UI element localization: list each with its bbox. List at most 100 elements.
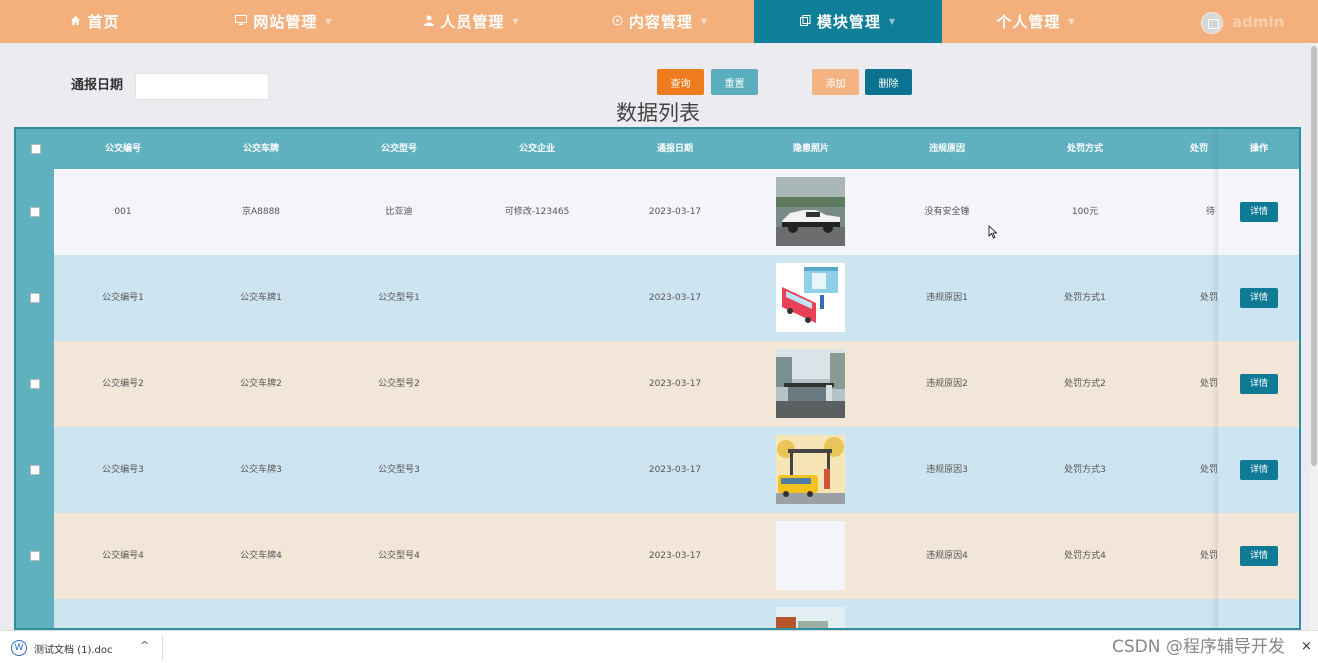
table-row: 公交编号1 公交车牌1 公交型号1 2023-03-17 违规原因1 处罚方式1… [16, 255, 1299, 341]
cell-date: 2023-03-17 [648, 465, 702, 475]
cell-bus-no: 公交编号3 [102, 465, 144, 475]
nav-item-modules[interactable]: 模块管理 ▼ [754, 0, 942, 43]
bus-stop-illustration[interactable] [776, 263, 845, 332]
yellow-bus-illustration[interactable] [776, 435, 845, 504]
chevron-down-icon: ▼ [1068, 17, 1076, 26]
detail-button[interactable]: 详情 [1240, 546, 1278, 566]
cell-penalty: 处罚方式4 [1064, 551, 1106, 561]
detail-button[interactable]: 详情 [1240, 202, 1278, 222]
cell-reason: 违规原因2 [926, 379, 968, 389]
row-checkbox[interactable] [30, 465, 40, 475]
row-checkbox[interactable] [30, 293, 40, 303]
nav-item-home[interactable]: 首页 [0, 0, 190, 43]
row-checkbox-cell [16, 169, 54, 255]
row-checkbox-cell [16, 427, 54, 513]
cell-status: 处罚 [1200, 465, 1218, 475]
nav-label: 网站管理 [253, 13, 318, 31]
cell-company [468, 513, 606, 599]
nav-item-people[interactable]: 人员管理 ▼ [378, 0, 566, 43]
table-row: 公交编号2 公交车牌2 公交型号2 2023-03-17 违规原因2 处罚方式2… [16, 341, 1299, 427]
cell-bus-no: 公交编号2 [102, 379, 144, 389]
street-photo[interactable] [776, 607, 845, 630]
cell-actions: 详情 [1217, 427, 1299, 513]
cell-actions: 详情 [1217, 169, 1299, 255]
cell-reason: 没有安全锤 [924, 207, 970, 217]
header-date[interactable]: 通报日期 [606, 129, 744, 169]
chevron-up-icon[interactable]: ^ [140, 639, 149, 652]
reset-button[interactable]: 重置 [711, 69, 758, 95]
cell-model: 公交型号2 [378, 379, 420, 389]
row-checkbox-cell [16, 341, 54, 427]
list-title: 数据列表 [616, 101, 700, 125]
download-file-name[interactable]: 测试文档 (1).doc [34, 641, 113, 656]
cell-actions [1217, 599, 1299, 628]
select-all-checkbox[interactable] [31, 144, 41, 154]
cell-plate: 公交车牌2 [240, 379, 282, 389]
row-checkbox[interactable] [30, 551, 40, 561]
detail-button[interactable]: 详情 [1240, 374, 1278, 394]
cell-actions: 详情 [1217, 513, 1299, 599]
cell-plate: 公交车牌3 [240, 465, 282, 475]
header-penalty[interactable]: 处罚方式 [1016, 129, 1154, 169]
blank-photo[interactable] [776, 521, 845, 590]
header-plate[interactable]: 公交车牌 [192, 129, 330, 169]
header-actions: 操作 [1217, 129, 1299, 169]
header-reason[interactable]: 违规原因 [878, 129, 1016, 169]
cell-plate: 京A8888 [241, 207, 281, 217]
cell-status: 处罚 [1200, 551, 1218, 561]
nav-label: 个人管理 [996, 13, 1061, 31]
date-filter-input[interactable] [135, 73, 269, 100]
header-bus-no[interactable]: 公交编号 [54, 129, 192, 169]
add-button[interactable]: 添加 [812, 69, 859, 95]
row-checkbox[interactable] [30, 207, 40, 217]
cell-date: 2023-03-17 [648, 379, 702, 389]
nav-item-site[interactable]: 网站管理 ▼ [190, 0, 378, 43]
cell-company [468, 427, 606, 513]
header-company[interactable]: 公交企业 [468, 129, 606, 169]
header-photo[interactable]: 隐患照片 [744, 129, 878, 169]
table-row: 公交编号3 公交车牌3 公交型号3 2023-03-17 违规原因3 处罚方式3… [16, 427, 1299, 513]
user-name[interactable]: admin [1232, 13, 1284, 31]
row-checkbox-cell [16, 599, 54, 628]
car-photo[interactable] [776, 177, 845, 246]
cell-model: 公交型号4 [378, 551, 420, 561]
row-checkbox-cell [16, 255, 54, 341]
data-table: 公交编号 公交车牌 公交型号 公交企业 通报日期 隐患照片 违规原因 处罚方式 … [14, 127, 1301, 630]
cell-company [468, 341, 606, 427]
cell-penalty: 处罚方式2 [1064, 379, 1106, 389]
detail-button[interactable]: 详情 [1240, 288, 1278, 308]
cell-date: 2023-03-17 [648, 207, 702, 217]
cell-bus-no: 公交编号4 [102, 551, 144, 561]
query-button[interactable]: 查询 [657, 69, 704, 95]
cell-model: 比亚迪 [385, 207, 413, 217]
chevron-down-icon: ▼ [325, 17, 333, 26]
detail-button[interactable]: 详情 [1240, 460, 1278, 480]
row-checkbox[interactable] [30, 379, 40, 389]
header-model[interactable]: 公交型号 [330, 129, 468, 169]
cell-model: 公交型号1 [378, 293, 420, 303]
date-filter-label: 通报日期 [71, 78, 124, 93]
avatar[interactable] [1201, 12, 1223, 34]
monitor-icon [235, 14, 248, 29]
nav-item-personal[interactable]: 个人管理 ▼ [942, 0, 1130, 43]
cell-company: 可修改-123465 [504, 207, 570, 217]
cell-penalty: 100元 [1071, 207, 1099, 217]
table-row: 公交编号4 公交车牌4 公交型号4 2023-03-17 违规原因4 处罚方式4… [16, 513, 1299, 599]
table-row: 001 京A8888 比亚迪 可修改-123465 2023-03-17 没有安… [16, 169, 1299, 255]
divider [162, 635, 163, 661]
cell-plate: 公交车牌1 [240, 293, 282, 303]
cell-penalty: 处罚方式3 [1064, 465, 1106, 475]
close-icon[interactable]: × [1301, 639, 1312, 654]
cell-plate: 公交车牌4 [240, 551, 282, 561]
cell-reason: 违规原因4 [926, 551, 968, 561]
cell-status: 处罚 [1200, 379, 1218, 389]
bus-shelter-photo[interactable] [776, 349, 845, 418]
chevron-down-icon: ▼ [512, 17, 520, 26]
home-icon [70, 15, 81, 29]
nav-item-content[interactable]: 内容管理 ▼ [566, 0, 754, 43]
delete-button[interactable]: 删除 [865, 69, 912, 95]
word-doc-icon: W [11, 640, 27, 656]
mouse-cursor-icon [988, 225, 998, 239]
nav-label: 首页 [87, 13, 120, 31]
nav-label: 模块管理 [816, 13, 881, 31]
